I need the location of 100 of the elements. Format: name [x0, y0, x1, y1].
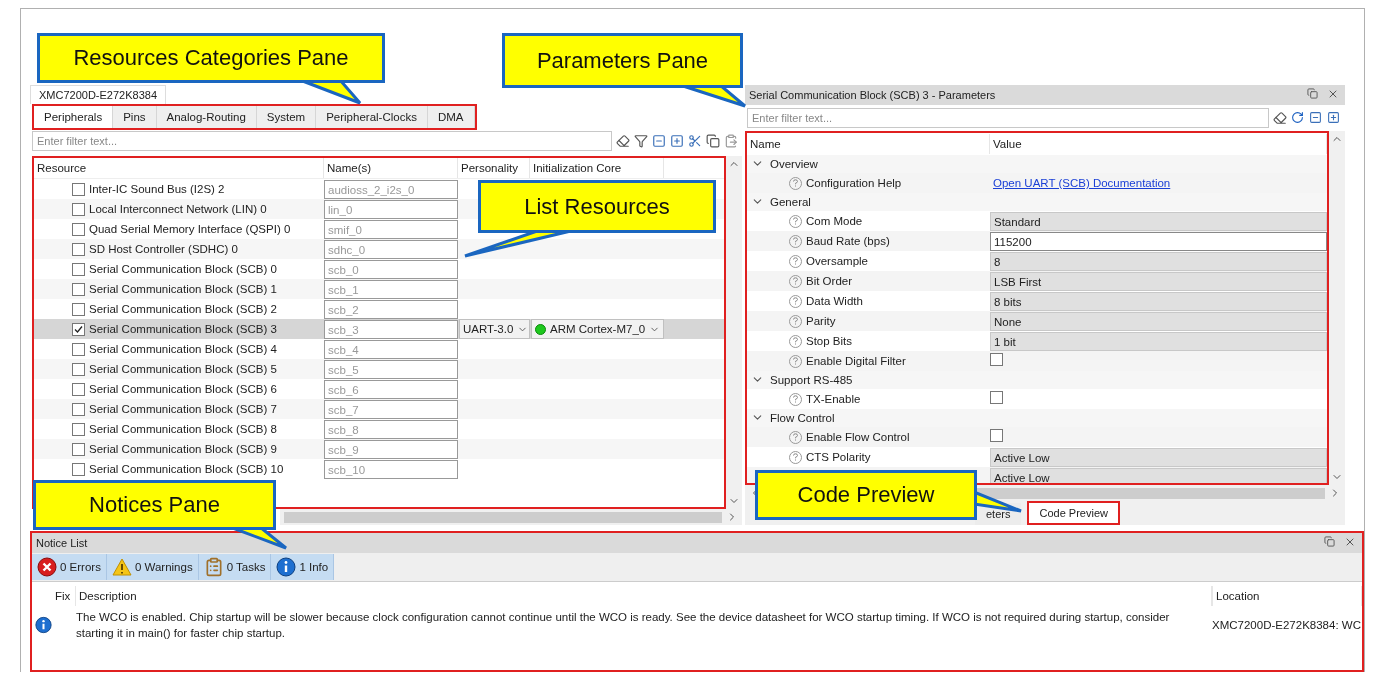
parameter-label: Enable Flow Control [806, 431, 910, 443]
checkbox[interactable] [72, 222, 85, 236]
resource-name: SD Host Controller (SDHC) 0 [89, 243, 238, 255]
resource-name: Inter-IC Sound Bus (I2S) 2 [89, 183, 225, 195]
scrollbar[interactable] [726, 156, 742, 509]
info-icon [35, 615, 52, 635]
warning-icon [111, 558, 132, 576]
parameter-label: Data Width [806, 295, 863, 307]
view-tab[interactable]: Code Preview [1027, 501, 1120, 525]
column-header[interactable]: Fix [52, 586, 76, 606]
refresh-icon[interactable] [1291, 111, 1305, 125]
checkbox[interactable] [72, 322, 85, 336]
parameter-label: Com Mode [806, 215, 863, 227]
eraser-icon[interactable] [616, 134, 630, 148]
filter-field[interactable]: Enter filter text... [32, 131, 612, 151]
personality-dropdown[interactable]: UART-3.0 [459, 319, 530, 339]
column-header[interactable]: Value [990, 134, 1327, 154]
checkbox[interactable] [72, 302, 85, 316]
resource-name: Serial Communication Block (SCB) 6 [89, 383, 277, 395]
value-dropdown[interactable]: Standard [990, 211, 1327, 231]
core-dropdown[interactable]: ARM Cortex-M7_0 [531, 319, 664, 339]
value-dropdown[interactable]: None [990, 311, 1327, 331]
collapse-icon[interactable] [1309, 111, 1323, 125]
column-header[interactable]: Name [747, 134, 990, 154]
resource-name: Serial Communication Block (SCB) 1 [89, 283, 277, 295]
value-dropdown[interactable]: 1 bit [990, 331, 1327, 351]
collapse-icon[interactable] [652, 134, 666, 148]
checkbox[interactable] [72, 442, 85, 456]
parameter-label: Enable Digital Filter [806, 355, 906, 367]
notice-filter-button[interactable]: 0 Tasks [198, 554, 272, 580]
parameter-label: CTS Polarity [806, 451, 871, 463]
column-header[interactable]: Location [1212, 586, 1362, 606]
notice-location: XMC7200D-E272K8384: WC [1212, 619, 1362, 631]
column-header[interactable]: Description [76, 586, 1212, 606]
notice-filter-button[interactable]: 1 Info [271, 554, 335, 580]
resource-name: Serial Communication Block (SCB) 8 [89, 423, 277, 435]
checkbox[interactable] [72, 182, 85, 196]
filter-icon[interactable] [634, 134, 648, 148]
resource-row[interactable]: Serial Communication Block (SCB) 9 scb_9 [34, 439, 724, 459]
checkbox[interactable] [72, 462, 85, 476]
value-dropdown[interactable]: LSB First [990, 271, 1327, 291]
parameter-label: Baud Rate (bps) [806, 235, 890, 247]
callout-label: Code Preview [755, 470, 977, 520]
resource-row[interactable]: SD Host Controller (SDHC) 0 sdhc_0 [34, 239, 724, 259]
checkbox[interactable] [72, 262, 85, 276]
checkbox[interactable] [990, 391, 1003, 404]
column-header[interactable]: Initialization Core [530, 158, 664, 178]
value-dropdown[interactable]: Active Low [990, 447, 1327, 467]
value-dropdown[interactable]: 8 bits [990, 291, 1327, 311]
resource-name: Serial Communication Block (SCB) 3 [89, 323, 277, 335]
notice-filter-button[interactable]: 0 Errors [32, 554, 107, 580]
checkbox[interactable] [72, 342, 85, 356]
resource-row[interactable]: Serial Communication Block (SCB) 1 scb_1 [34, 279, 724, 299]
checkbox[interactable] [72, 382, 85, 396]
documentation-link[interactable]: Open UART (SCB) Documentation [990, 177, 1171, 189]
resource-name: Serial Communication Block (SCB) 0 [89, 263, 277, 275]
checkbox[interactable] [72, 362, 85, 376]
device-tab[interactable]: XMC7200D-E272K8384 [30, 85, 167, 104]
resource-name: Quad Serial Memory Interface (QSPI) 0 [89, 223, 291, 235]
filter-field[interactable]: Enter filter text... [747, 108, 1269, 128]
value-dropdown[interactable]: Active Low [990, 467, 1327, 483]
cut-icon[interactable] [688, 134, 702, 148]
group-label: General [770, 196, 811, 208]
resource-name: Local Interconnect Network (LIN) 0 [89, 203, 267, 215]
checkbox[interactable] [72, 202, 85, 216]
restore-icon[interactable] [1324, 536, 1338, 550]
checkbox[interactable] [72, 402, 85, 416]
checkbox[interactable] [990, 429, 1003, 442]
column-header[interactable]: Personality [458, 158, 530, 178]
checkbox[interactable] [72, 282, 85, 296]
panel-title: Notice List [36, 537, 88, 549]
checkbox[interactable] [72, 422, 85, 436]
scrollbar[interactable] [1329, 131, 1345, 485]
error-icon [37, 557, 57, 577]
eraser-icon[interactable] [1273, 111, 1287, 125]
checkbox[interactable] [990, 353, 1003, 366]
restore-icon[interactable] [1307, 88, 1321, 102]
expand-icon[interactable] [670, 134, 684, 148]
resource-name: Serial Communication Block (SCB) 4 [89, 343, 277, 355]
column-header[interactable]: Name(s) [324, 158, 458, 178]
resource-row[interactable]: Serial Communication Block (SCB) 7 scb_7 [34, 399, 724, 419]
notice-filter-button[interactable]: 0 Warnings [106, 554, 199, 580]
copy-icon[interactable] [706, 134, 720, 148]
panel-title: Serial Communication Block (SCB) 3 - Parameters [749, 89, 996, 101]
resource-name: Serial Communication Block (SCB) 9 [89, 443, 277, 455]
group-label: Flow Control [770, 412, 835, 424]
resource-name: Serial Communication Block (SCB) 10 [89, 463, 284, 475]
group-label: Overview [770, 158, 818, 170]
group-label: Support RS-485 [770, 374, 853, 386]
column-header[interactable]: Resource [34, 158, 324, 178]
value-dropdown[interactable]: 8 [990, 251, 1327, 271]
info-icon [276, 557, 297, 577]
resource-row[interactable]: Serial Communication Block (SCB) 5 scb_5 [34, 359, 724, 379]
value-field[interactable]: 115200 [990, 231, 1327, 251]
expand-icon[interactable] [1327, 111, 1341, 125]
category-tab[interactable]: Peripherals [34, 106, 114, 128]
horizontal-scrollbar[interactable] [280, 509, 742, 525]
parameter-label: Parity [806, 315, 836, 327]
resource-row[interactable]: Serial Communication Block (SCB) 3 scb_3 UART-3.0 ARM Cortex-M7_0 [34, 319, 724, 339]
checkbox[interactable] [72, 242, 85, 256]
